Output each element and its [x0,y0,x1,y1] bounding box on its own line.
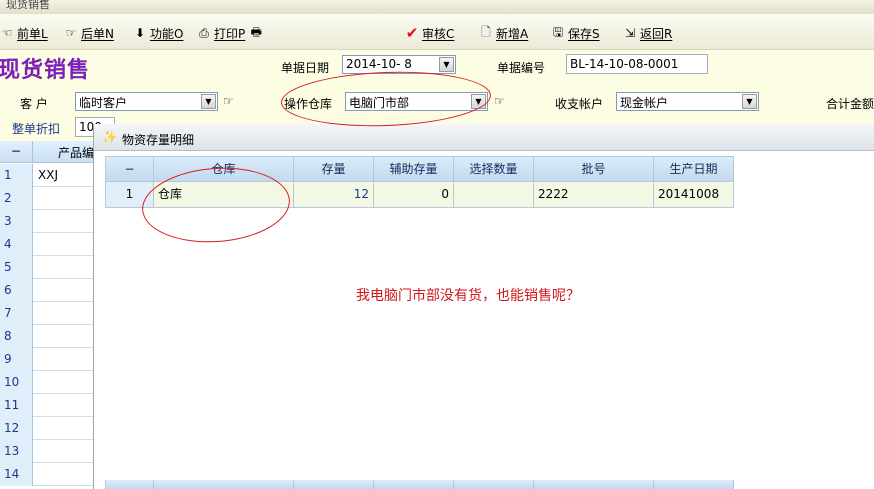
table-row[interactable]: 9 [0,348,93,371]
row-number: 11 [0,394,33,417]
grid-corner[interactable]: − [0,141,33,163]
grid-footer-cell [154,480,294,489]
table-row[interactable]: 3 [0,210,93,233]
product-grid: − 产品编 1 XXJ 2 3 4 5 6 7 8 9 10 11 12 13 14 [0,141,94,489]
col-product-code[interactable]: 产品编 [58,144,94,161]
table-row[interactable]: 12 [0,417,93,440]
row-number: 8 [0,325,33,348]
docno-field[interactable]: BL-14-10-08-0001 [566,54,708,74]
table-row[interactable]: 8 [0,325,93,348]
toolbar: ☜ 前单L ☞ 后单N ⬇ 功能O ⎙ 打印P 🖶 ✔ 审核C 🗋 新增A 🖫 保存S ⇲ 返回… [0,14,874,50]
table-row[interactable]: 5 [0,256,93,279]
grid-footer-cell [294,480,374,489]
row-number: 1 [0,164,33,187]
row-number: 12 [0,417,33,440]
table-row[interactable]: 14 [0,463,93,486]
cell-select-qty[interactable] [454,182,534,208]
table-row[interactable]: 11 [0,394,93,417]
row-number: 7 [0,302,33,325]
customer-select[interactable]: 临时客户 ▼ [75,92,218,111]
account-label: 收支帐户 [555,97,604,111]
arrow-down-icon: ⬇ [134,26,146,40]
docno-label: 单据编号 [497,61,546,75]
table-row[interactable]: 4 [0,233,93,256]
product-code-cell[interactable]: XXJ [38,168,58,182]
table-row[interactable]: 6 [0,279,93,302]
col-header-stock[interactable]: 存量 [294,156,374,182]
chevron-down-icon[interactable]: ▼ [742,94,757,109]
row-number: 4 [0,233,33,256]
table-row[interactable]: 7 [0,302,93,325]
new-doc-icon: 🗋 [481,24,491,39]
row-number: 13 [0,440,33,463]
prev-doc-button[interactable]: ☜ 前单L [0,25,48,41]
annotation-note: 我电脑门市部没有货，也能销售呢？ [356,288,580,304]
hand-pointer-icon[interactable]: ☞ [494,94,505,108]
printer-icon: 🖶 [250,24,262,39]
magic-wand-icon: ✨ [102,130,117,144]
col-header-production-date[interactable]: 生产日期 [654,156,734,182]
table-row[interactable]: 1 XXJ [0,164,93,187]
back-button[interactable]: ⇲ 返回R [623,25,672,41]
col-header-select-qty[interactable]: 选择数量 [454,156,534,182]
chevron-down-icon[interactable]: ▼ [201,94,216,109]
row-number: 3 [0,210,33,233]
customer-label: 客 户 [20,97,48,111]
date-label: 单据日期 [281,61,330,75]
popup-title-bar: ✨ 物资存量明细 [94,124,874,151]
approve-button[interactable]: ✔ 审核C [405,24,455,42]
floppy-disk-icon: 🖫 [552,24,564,39]
grid-footer-cell [654,480,734,489]
grid-footer-cell [105,480,154,489]
print-button[interactable]: ⎙ 打印P 🖶 [197,25,266,41]
checkmark-icon: ✔ [405,24,419,42]
discount-label: 整单折扣 [12,122,61,136]
grid-footer-cell [454,480,534,489]
cell-aux-stock[interactable]: 0 [374,182,454,208]
function-button[interactable]: ⬇ 功能O [133,25,183,41]
print-icon: ⎙ [199,25,209,40]
grid-header: − 产品编 [0,141,94,163]
table-row[interactable]: 13 [0,440,93,463]
window-title-bar: 现货销售 [0,0,874,14]
table-row[interactable]: 2 [0,187,93,210]
grid-footer-cell [374,480,454,489]
row-number: 2 [0,187,33,210]
row-number: 9 [0,348,33,371]
cell-batch-no[interactable]: 2222 [534,182,654,208]
page-title: 现货销售 [0,57,91,83]
new-button[interactable]: 🗋 新增A [479,25,528,41]
cell-production-date[interactable]: 20141008 [654,182,734,208]
row-number: 10 [0,371,33,394]
row-number: 6 [0,279,33,302]
window-title: 现货销售 [6,0,50,11]
row-number: 14 [0,463,33,486]
hand-left-icon: ☜ [1,26,13,40]
return-icon: ⇲ [624,26,636,40]
popup-title: 物资存量明细 [122,133,195,147]
col-header-corner[interactable]: − [105,156,154,182]
cell-stock[interactable]: 12 [294,182,374,208]
total-label: 合计金额 [826,97,874,111]
hand-pointer-icon[interactable]: ☞ [223,94,234,108]
save-button[interactable]: 🖫 保存S [551,25,600,41]
col-header-batch-no[interactable]: 批号 [534,156,654,182]
col-header-aux-stock[interactable]: 辅助存量 [374,156,454,182]
row-number: 5 [0,256,33,279]
account-select[interactable]: 现金帐户 ▼ [616,92,759,111]
grid-footer-cell [534,480,654,489]
chevron-down-icon[interactable]: ▼ [439,57,454,72]
hand-right-icon: ☞ [65,26,77,40]
next-doc-button[interactable]: ☞ 后单N [64,25,114,41]
table-row[interactable]: 10 [0,371,93,394]
